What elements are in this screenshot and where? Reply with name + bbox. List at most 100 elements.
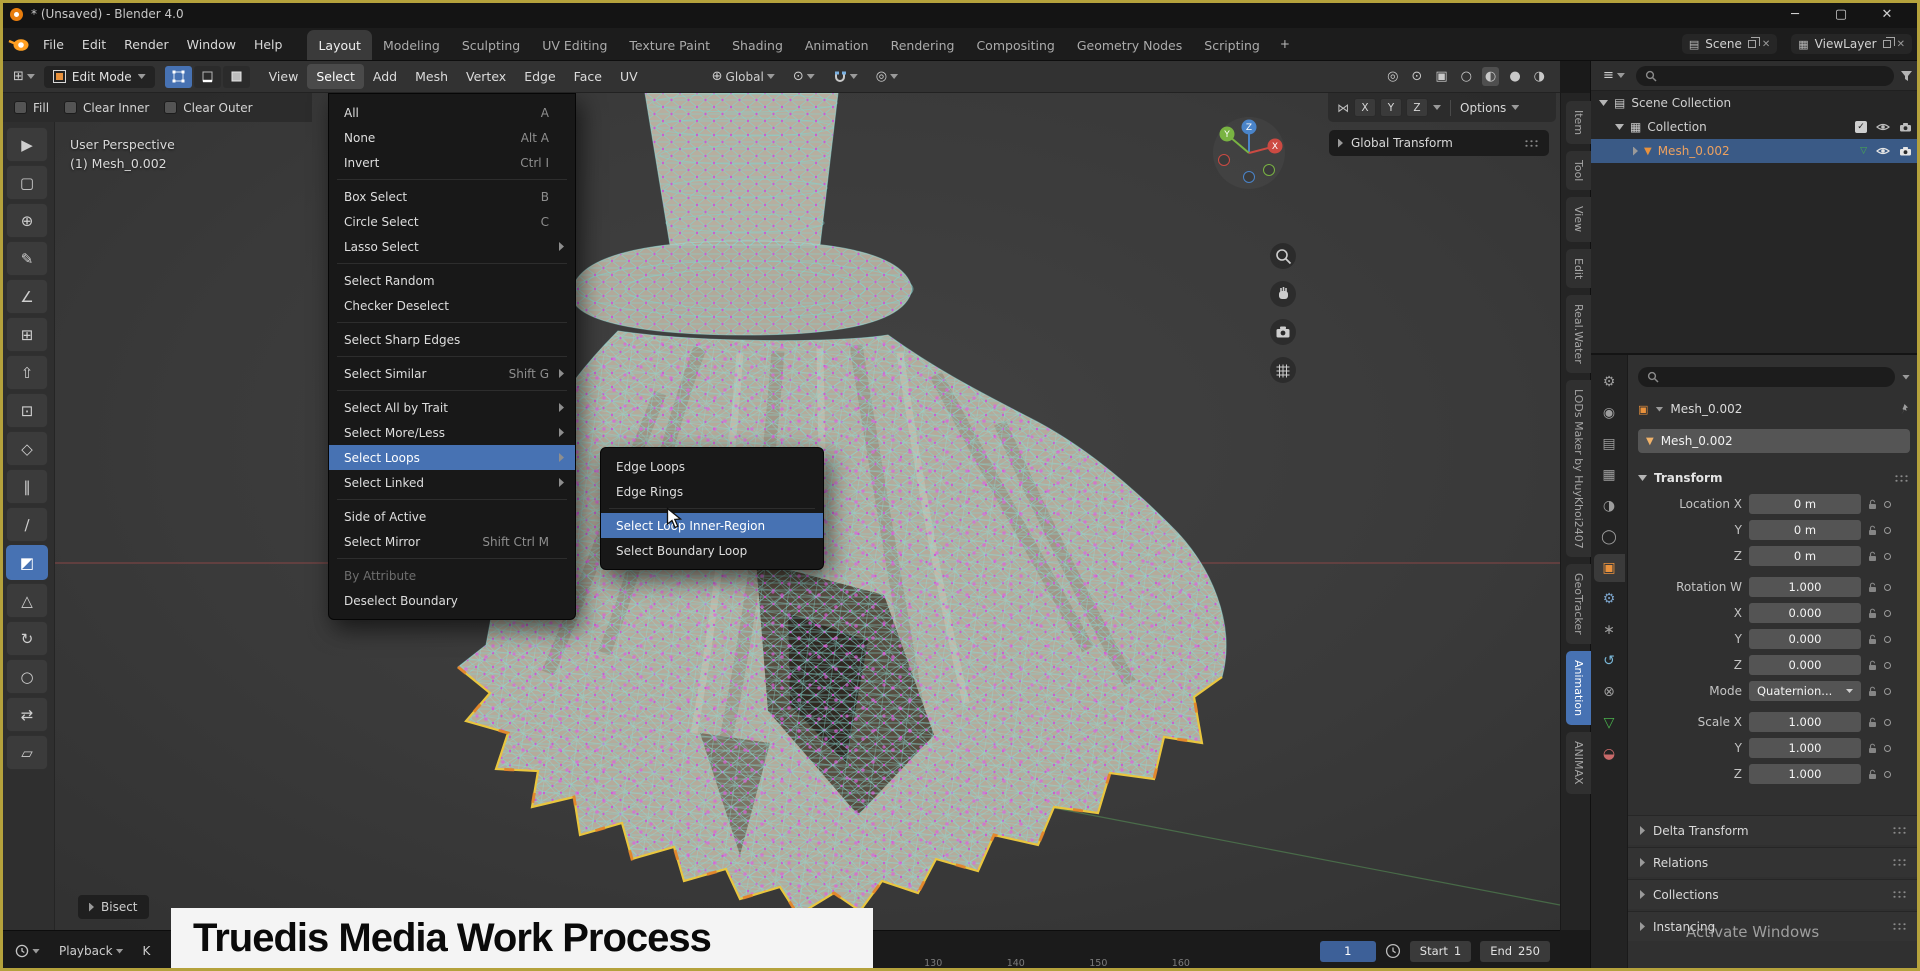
new-viewlayer-icon[interactable] <box>1883 40 1891 48</box>
ptab-scene[interactable]: ◑ <box>1594 492 1625 520</box>
shading-material-icon[interactable]: ● <box>1506 67 1523 86</box>
sidebar-tab[interactable]: Tool <box>1566 151 1591 190</box>
sidebar-tab[interactable]: ANIMAX <box>1566 732 1591 794</box>
select-menu-item[interactable]: Circle Select C <box>329 209 575 234</box>
end-frame-field[interactable]: End 250 <box>1480 941 1550 962</box>
camera-view-button[interactable] <box>1270 319 1296 345</box>
properties-search-input[interactable] <box>1638 367 1895 387</box>
sidebar-tab[interactable]: GeoTracker <box>1566 564 1591 644</box>
drag-handle-icon[interactable] <box>1524 139 1540 148</box>
ptab-data[interactable]: ▽ <box>1594 709 1625 737</box>
select-menu-item[interactable]: Select Linked <box>329 470 575 495</box>
lock-icon[interactable] <box>1868 551 1877 562</box>
scene-selector[interactable]: ▤ Scene ✕ <box>1682 34 1777 54</box>
tool-annotate[interactable]: ✎ <box>6 241 48 276</box>
workspace-tab[interactable]: Layout <box>307 30 372 60</box>
lock-icon[interactable] <box>1868 769 1877 780</box>
pivot-point-dropdown[interactable]: ⊙ <box>788 66 820 87</box>
show-overlays-icon[interactable]: ⊙ <box>1408 67 1425 86</box>
shading-solid-icon[interactable]: ◐ <box>1482 67 1499 86</box>
mirror-dropdown-icon[interactable] <box>1433 105 1441 110</box>
add-workspace-button[interactable]: + <box>1271 31 1299 57</box>
sidebar-tab[interactable]: Item <box>1566 101 1591 144</box>
transform-section-header[interactable]: Transform <box>1638 465 1910 491</box>
timeline-editor-type-button[interactable] <box>10 941 45 961</box>
tool-add-cube[interactable]: ⊞ <box>6 317 48 352</box>
playback-menu[interactable]: Playback <box>54 941 129 961</box>
select-menu-item[interactable]: Select Similar Shift G <box>329 361 575 386</box>
vertex-select-mode-button[interactable] <box>165 66 192 88</box>
lock-icon[interactable] <box>1868 686 1877 697</box>
start-frame-field[interactable]: Start 1 <box>1410 941 1471 962</box>
outliner-row-mesh[interactable]: ▼ Mesh_0.002 ▽ <box>1591 139 1920 163</box>
disable-render-camera-icon[interactable] <box>1899 122 1912 132</box>
snap-magnet-button[interactable] <box>828 67 863 87</box>
viewport-menu[interactable]: Mesh <box>406 64 457 89</box>
mirror-axis-toggle[interactable]: Y <box>1380 98 1402 117</box>
tool-inset-faces[interactable]: ⊡ <box>6 393 48 428</box>
select-menu-item[interactable]: Deselect Boundary <box>329 588 575 613</box>
tool-option-checkbox[interactable]: Clear Inner <box>64 101 149 115</box>
toggle-xray-icon[interactable]: ▣ <box>1432 67 1450 86</box>
viewport-menu[interactable]: Face <box>565 64 611 89</box>
gizmo-z-label[interactable]: Z <box>1246 123 1252 133</box>
ptab-render[interactable]: ◉ <box>1594 399 1625 427</box>
ptab-physics[interactable]: ↺ <box>1594 647 1625 675</box>
ptab-modifiers[interactable]: ⚙ <box>1594 585 1625 613</box>
lock-icon[interactable] <box>1868 743 1877 754</box>
value-field[interactable]: 1.000 <box>1749 577 1861 597</box>
ptab-constraints[interactable]: ⊗ <box>1594 678 1625 706</box>
3d-viewport[interactable]: ▶▢⊕✎∠⊞⇧⊡◇∥∕◩△↻○⇄▱ Fill Clear Inner Clear… <box>0 93 1560 930</box>
ptab-object[interactable]: ▣ <box>1594 554 1625 582</box>
ptab-tool[interactable]: ⚙ <box>1594 368 1625 396</box>
tool-bisect[interactable]: ◩ <box>6 545 48 580</box>
outliner-row-scene-collection[interactable]: ▤ Scene Collection <box>1591 91 1920 115</box>
symmetry-icon[interactable]: ⋈ <box>1337 101 1349 115</box>
outliner-editor-type-button[interactable]: ≡ <box>1598 65 1630 86</box>
submenu-item[interactable]: Edge Rings <box>601 479 823 504</box>
viewport-menu[interactable]: Edge <box>515 64 564 89</box>
sidebar-tab[interactable]: View <box>1566 197 1591 241</box>
editor-type-button[interactable]: ⊞ <box>8 66 40 87</box>
collapsed-section[interactable]: Delta Transform <box>1628 815 1920 845</box>
select-menu-item[interactable]: Checker Deselect <box>329 293 575 318</box>
tool-knife[interactable]: ∕ <box>6 507 48 542</box>
select-menu-item[interactable]: Box Select B <box>329 184 575 209</box>
lock-icon[interactable] <box>1868 660 1877 671</box>
menubar-menu[interactable]: File <box>34 33 73 56</box>
tool-option-checkbox[interactable]: Clear Outer <box>164 101 252 115</box>
gizmo-y-label[interactable]: Y <box>1223 130 1230 140</box>
tool-loop-cut[interactable]: ∥ <box>6 469 48 504</box>
select-menu-item[interactable]: Select Mirror Shift Ctrl M <box>329 529 575 554</box>
animate-decorator-icon[interactable] <box>1884 610 1891 617</box>
bisect-operator-panel[interactable]: Bisect <box>78 895 149 919</box>
orthographic-toggle-button[interactable] <box>1270 357 1296 383</box>
disable-render-camera-icon[interactable] <box>1899 146 1912 156</box>
hide-eye-icon[interactable] <box>1876 122 1890 132</box>
close-button[interactable]: ✕ <box>1864 0 1910 28</box>
outliner-row-collection[interactable]: ▦ Collection ✓ <box>1591 115 1920 139</box>
zoom-button[interactable] <box>1270 243 1296 269</box>
mirror-axis-toggle[interactable]: X <box>1354 98 1376 117</box>
viewport-menu[interactable]: UV <box>611 64 647 89</box>
animate-decorator-icon[interactable] <box>1884 662 1891 669</box>
keying-menu[interactable]: K <box>138 941 156 961</box>
options-dropdown[interactable]: Options <box>1460 101 1519 115</box>
menubar-menu[interactable]: Edit <box>73 33 115 56</box>
sidebar-tab[interactable]: Edit <box>1566 249 1591 288</box>
select-menu-item[interactable]: Invert Ctrl I <box>329 150 575 175</box>
object-name-field[interactable]: ▼ Mesh_0.002 <box>1638 429 1910 453</box>
current-frame-field[interactable]: 1 <box>1320 941 1376 962</box>
value-field[interactable]: 0 m <box>1749 494 1861 514</box>
shading-rendered-icon[interactable]: ◑ <box>1531 67 1548 86</box>
select-menu-item[interactable]: Select More/Less <box>329 420 575 445</box>
value-field[interactable]: 0.000 <box>1749 603 1861 623</box>
animate-decorator-icon[interactable] <box>1884 636 1891 643</box>
viewport-menu[interactable]: Vertex <box>457 64 515 89</box>
lock-icon[interactable] <box>1868 499 1877 510</box>
select-menu-item[interactable]: Select Loops <box>329 445 575 470</box>
sidebar-tab[interactable]: LODs Maker by HuyKhoi2407 <box>1566 380 1591 558</box>
value-field[interactable]: 0 m <box>1749 546 1861 566</box>
value-field[interactable]: 0 m <box>1749 520 1861 540</box>
pin-icon[interactable] <box>1899 403 1910 416</box>
